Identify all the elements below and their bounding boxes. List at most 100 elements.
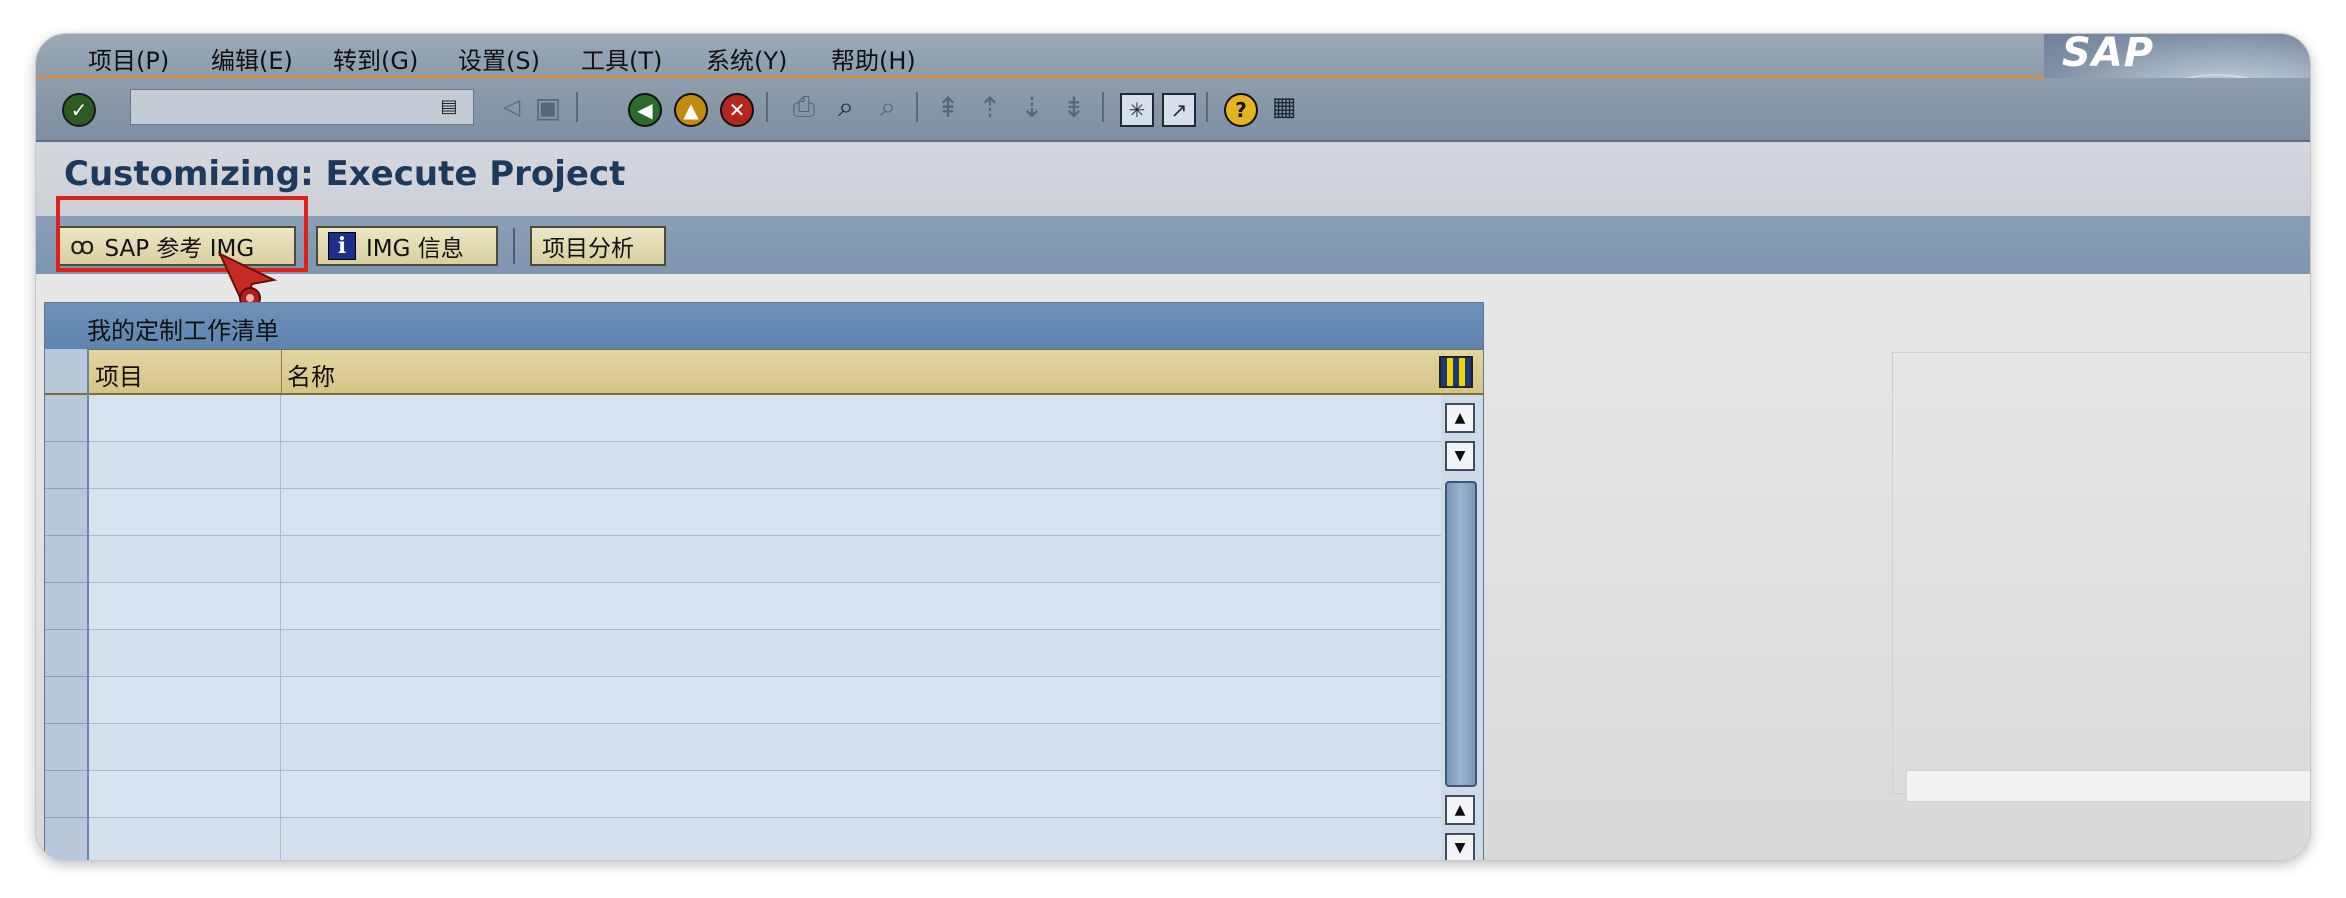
row-selector[interactable] <box>45 818 87 860</box>
scrollbar-thumb[interactable] <box>1445 481 1477 787</box>
cell-name[interactable] <box>281 489 1441 535</box>
glasses-icon: ꝏ <box>70 232 95 260</box>
create-session-icon[interactable]: ✳ <box>1120 93 1154 127</box>
table-row[interactable] <box>89 818 1441 860</box>
img-info-button[interactable]: i IMG 信息 <box>316 226 498 266</box>
standard-toolbar: ✓ ▤ ◁ ▣ ◀ ▲ ✕ ⎙ ⌕ ⌕ ⇞ ⇡ ⇣ ⇟ ✳ ↗ ? ▦ <box>36 78 2310 142</box>
table-row[interactable] <box>89 724 1441 771</box>
cell-name[interactable] <box>281 724 1441 770</box>
row-selector[interactable] <box>45 771 87 818</box>
toolbar-separator <box>766 92 768 122</box>
row-selector[interactable] <box>45 583 87 630</box>
menu-item-project[interactable]: 项目(P) <box>88 41 169 76</box>
column-header-name[interactable]: 名称 <box>287 357 335 392</box>
table-row[interactable] <box>89 489 1441 536</box>
table-row[interactable] <box>89 677 1441 724</box>
toolbar-separator <box>576 92 578 122</box>
help-icon[interactable]: ? <box>1224 93 1258 127</box>
row-selector[interactable] <box>45 489 87 536</box>
row-selector[interactable] <box>45 442 87 489</box>
shortcut-icon[interactable]: ↗ <box>1162 93 1196 127</box>
next-page-icon[interactable]: ⇣ <box>1016 90 1048 124</box>
project-analysis-label: 项目分析 <box>542 236 634 262</box>
cell-name[interactable] <box>281 630 1441 676</box>
toolbar-separator <box>916 92 918 122</box>
row-selector[interactable] <box>45 677 87 724</box>
cell-project[interactable] <box>89 818 281 860</box>
row-selector[interactable] <box>45 724 87 771</box>
menu-item-system[interactable]: 系统(Y) <box>706 41 787 76</box>
cell-project[interactable] <box>89 489 281 535</box>
cell-project[interactable] <box>89 724 281 770</box>
page-title: Customizing: Execute Project <box>64 154 626 194</box>
img-info-label: IMG 信息 <box>366 236 464 262</box>
cell-project[interactable] <box>89 771 281 817</box>
worklist-panel: 我的定制工作清单 项目 名称 ▲ ▼ ▲ ▼ <box>44 302 1484 860</box>
cell-project[interactable] <box>89 442 281 488</box>
toolbar-separator <box>513 228 515 264</box>
menu-item-help[interactable]: 帮助(H) <box>831 41 916 76</box>
save-icon[interactable]: ▣ <box>532 90 564 124</box>
row-selector[interactable] <box>45 536 87 583</box>
column-settings-icon[interactable] <box>1439 356 1473 388</box>
cell-name[interactable] <box>281 536 1441 582</box>
scroll-page-up-icon[interactable]: ▲ <box>1445 795 1475 825</box>
cell-project[interactable] <box>89 677 281 723</box>
table-row[interactable] <box>89 536 1441 583</box>
back-arrow-icon[interactable]: ◁ <box>496 90 528 124</box>
previous-page-icon[interactable]: ⇡ <box>974 90 1006 124</box>
first-page-icon[interactable]: ⇞ <box>932 90 964 124</box>
info-icon: i <box>328 232 356 260</box>
select-all-cell[interactable] <box>45 349 87 395</box>
command-field[interactable] <box>130 89 474 125</box>
back-icon[interactable]: ◀ <box>628 93 662 127</box>
menu-item-settings[interactable]: 设置(S) <box>458 41 540 76</box>
row-selector-column <box>45 349 89 860</box>
table-row[interactable] <box>89 583 1441 630</box>
cell-name[interactable] <box>281 677 1441 723</box>
scroll-page-down-icon[interactable]: ▼ <box>1445 833 1475 860</box>
find-next-icon[interactable]: ⌕ <box>872 90 904 124</box>
toolbar-separator <box>1102 92 1104 122</box>
table-header: 项目 名称 <box>45 349 1483 395</box>
table-row[interactable] <box>89 395 1441 442</box>
exit-icon[interactable]: ▲ <box>674 93 708 127</box>
table-body <box>89 395 1441 860</box>
table-row[interactable] <box>89 630 1441 677</box>
worklist-header: 我的定制工作清单 <box>45 303 1483 349</box>
worklist-title: 我的定制工作清单 <box>87 317 279 345</box>
cell-name[interactable] <box>281 818 1441 860</box>
cell-project[interactable] <box>89 630 281 676</box>
row-selector[interactable] <box>45 395 87 442</box>
cell-project[interactable] <box>89 583 281 629</box>
menu-bar: 项目(P) 编辑(E) 转到(G) 设置(S) 工具(T) 系统(Y) 帮助(H… <box>36 34 2310 78</box>
scroll-up-icon[interactable]: ▲ <box>1445 403 1475 433</box>
cancel-icon[interactable]: ✕ <box>720 93 754 127</box>
column-divider <box>281 350 282 393</box>
last-page-icon[interactable]: ⇟ <box>1058 90 1090 124</box>
menu-item-goto[interactable]: 转到(G) <box>333 41 418 76</box>
scroll-down-icon[interactable]: ▼ <box>1445 441 1475 471</box>
cell-name[interactable] <box>281 771 1441 817</box>
menu-item-edit[interactable]: 编辑(E) <box>211 41 293 76</box>
cell-name[interactable] <box>281 442 1441 488</box>
table-row[interactable] <box>89 442 1441 489</box>
find-icon[interactable]: ⌕ <box>830 90 862 124</box>
toolbar-separator <box>1206 92 1208 122</box>
customize-layout-icon[interactable]: ▦ <box>1268 90 1300 124</box>
print-icon[interactable]: ⎙ <box>788 90 820 124</box>
vertical-scrollbar[interactable]: ▲ ▼ ▲ ▼ <box>1443 395 1479 860</box>
row-selector[interactable] <box>45 630 87 677</box>
cell-name[interactable] <box>281 395 1441 441</box>
column-header-project[interactable]: 项目 <box>95 357 143 392</box>
cell-project[interactable] <box>89 536 281 582</box>
cell-name[interactable] <box>281 583 1441 629</box>
dropdown-icon[interactable]: ▤ <box>436 92 462 120</box>
project-analysis-button[interactable]: 项目分析 <box>530 226 666 266</box>
background-placeholder <box>1892 352 2310 794</box>
menu-item-tools[interactable]: 工具(T) <box>581 41 662 76</box>
table-row[interactable] <box>89 771 1441 818</box>
check-icon[interactable]: ✓ <box>62 93 96 127</box>
cell-project[interactable] <box>89 395 281 441</box>
application-toolbar: ꝏ SAP 参考 IMG i IMG 信息 项目分析 <box>36 216 2310 274</box>
